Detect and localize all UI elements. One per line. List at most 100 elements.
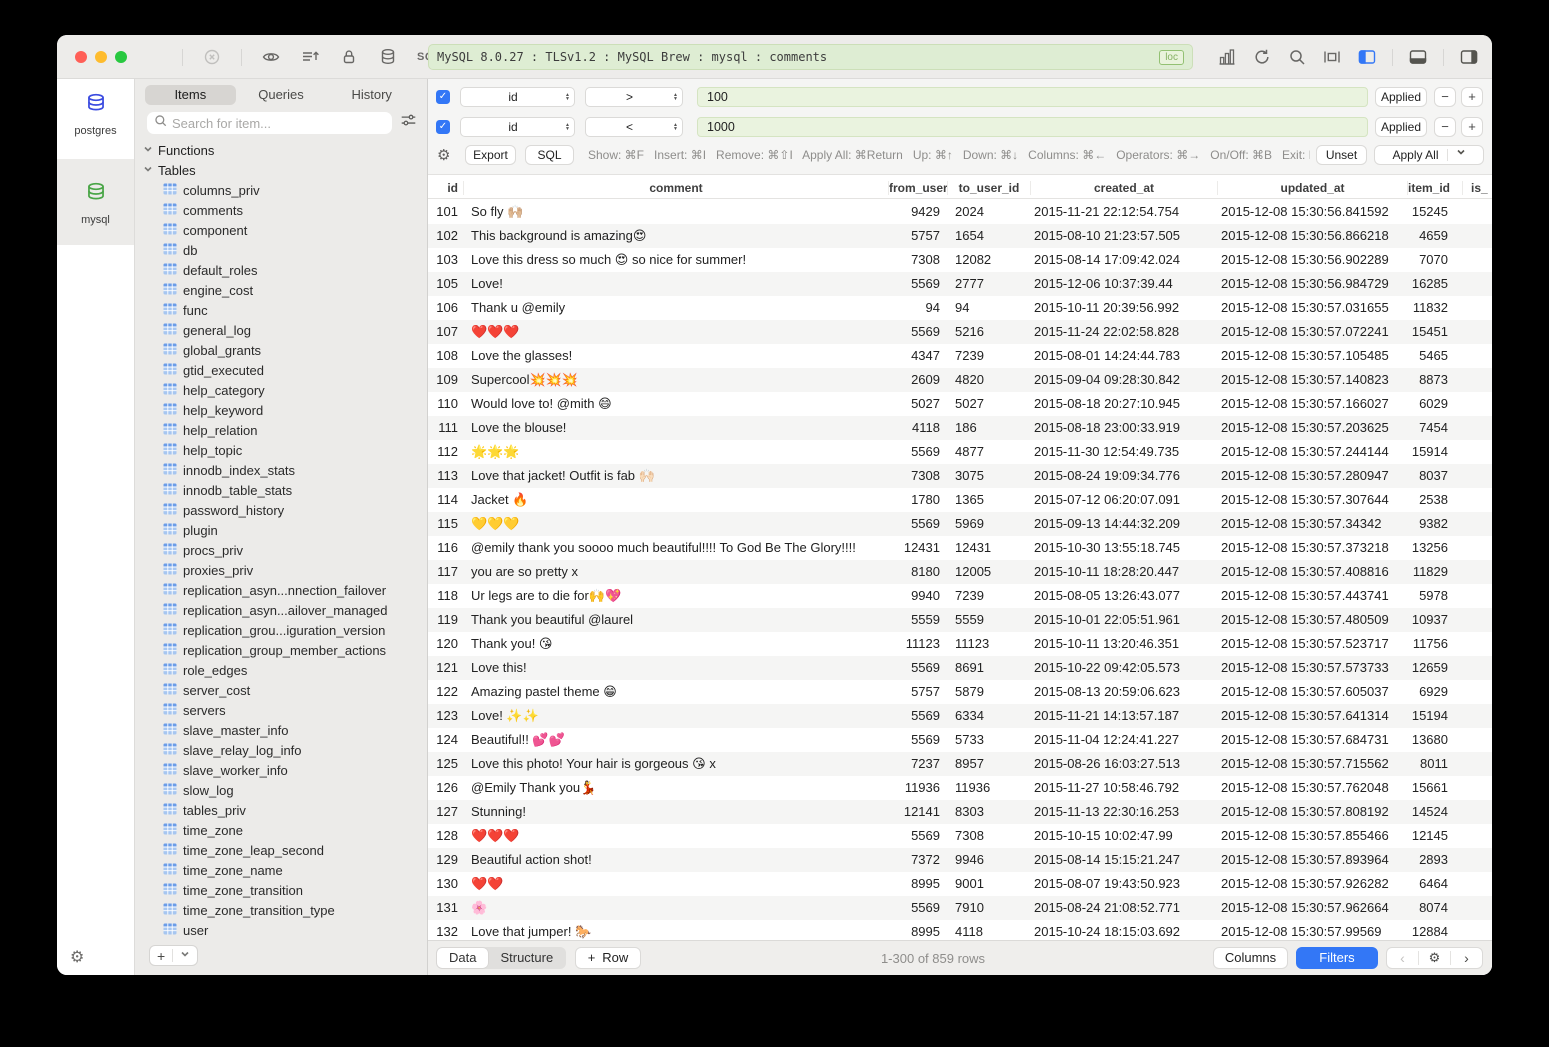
- tree-section-functions[interactable]: Functions: [135, 140, 427, 160]
- sidebar-table-password_history[interactable]: password_history: [135, 500, 427, 520]
- cell-updated_at[interactable]: 2015-12-08 15:30:57.443741: [1217, 584, 1407, 608]
- column-header-created_at[interactable]: created_at: [1030, 181, 1217, 195]
- cell-id[interactable]: 111: [428, 416, 463, 440]
- toggle-left-panel-icon[interactable]: [1357, 47, 1377, 67]
- table-row-121[interactable]: 121Love this!556986912015-10-22 09:42:05…: [428, 656, 1492, 680]
- table-row-124[interactable]: 124Beautiful!! 💕💕556957332015-11-04 12:2…: [428, 728, 1492, 752]
- filter-applied-button[interactable]: Applied: [1375, 117, 1427, 137]
- cell-comment[interactable]: 🌟🌟🌟: [463, 440, 888, 464]
- preview-eye-icon[interactable]: [261, 47, 281, 67]
- cell-is_[interactable]: [1462, 440, 1492, 464]
- cell-is_[interactable]: [1462, 632, 1492, 656]
- cell-comment[interactable]: 🌸: [463, 896, 888, 920]
- filter-enabled-checkbox[interactable]: ✓: [436, 120, 450, 134]
- cell-from_user_id[interactable]: 8995: [888, 920, 947, 940]
- cell-to_user_id[interactable]: 12082: [947, 248, 1030, 272]
- cell-is_[interactable]: [1462, 272, 1492, 296]
- cell-is_[interactable]: [1462, 296, 1492, 320]
- import-list-icon[interactable]: [300, 47, 320, 67]
- cell-item_id[interactable]: 15194: [1407, 704, 1462, 728]
- cell-updated_at[interactable]: 2015-12-08 15:30:57.244144: [1217, 440, 1407, 464]
- sidebar-table-replication_group_member_actions[interactable]: replication_group_member_actions: [135, 640, 427, 660]
- cell-comment[interactable]: Thank you beautiful @laurel: [463, 608, 888, 632]
- cell-id[interactable]: 113: [428, 464, 463, 488]
- cell-created_at[interactable]: 2015-11-04 12:24:41.227: [1030, 728, 1217, 752]
- cell-id[interactable]: 132: [428, 920, 463, 940]
- sidebar-table-replication_asyn...nnection_failover[interactable]: replication_asyn...nnection_failover: [135, 580, 427, 600]
- sidebar-table-general_log[interactable]: general_log: [135, 320, 427, 340]
- cell-to_user_id[interactable]: 8303: [947, 800, 1030, 824]
- cell-to_user_id[interactable]: 5027: [947, 392, 1030, 416]
- filters-button[interactable]: Filters: [1296, 947, 1378, 969]
- refresh-icon[interactable]: [1252, 47, 1272, 67]
- cell-is_[interactable]: [1462, 728, 1492, 752]
- cell-from_user_id[interactable]: 12141: [888, 800, 947, 824]
- table-row-114[interactable]: 114Jacket 🔥178013652015-07-12 06:20:07.0…: [428, 488, 1492, 512]
- cell-item_id[interactable]: 8873: [1407, 368, 1462, 392]
- cell-updated_at[interactable]: 2015-12-08 15:30:56.841592: [1217, 200, 1407, 224]
- cell-created_at[interactable]: 2015-10-15 10:02:47.99: [1030, 824, 1217, 848]
- cell-from_user_id[interactable]: 5569: [888, 704, 947, 728]
- cell-to_user_id[interactable]: 186: [947, 416, 1030, 440]
- cell-comment[interactable]: Love this!: [463, 656, 888, 680]
- cell-updated_at[interactable]: 2015-12-08 15:30:57.280947: [1217, 464, 1407, 488]
- cell-updated_at[interactable]: 2015-12-08 15:30:57.373218: [1217, 536, 1407, 560]
- cell-item_id[interactable]: 16285: [1407, 272, 1462, 296]
- cell-comment[interactable]: So fly 🙌🏼: [463, 200, 888, 224]
- table-row-120[interactable]: 120Thank you! 😘11123111232015-10-11 13:2…: [428, 632, 1492, 656]
- cell-is_[interactable]: [1462, 224, 1492, 248]
- cell-created_at[interactable]: 2015-08-05 13:26:43.077: [1030, 584, 1217, 608]
- sidebar-table-time_zone_transition[interactable]: time_zone_transition: [135, 880, 427, 900]
- filter-sliders-icon[interactable]: [400, 112, 417, 134]
- cell-item_id[interactable]: 15661: [1407, 776, 1462, 800]
- cell-item_id[interactable]: 5465: [1407, 344, 1462, 368]
- connection-postgres[interactable]: postgres: [57, 91, 134, 137]
- filter-column-select[interactable]: id ▲▼: [460, 117, 575, 137]
- cell-is_[interactable]: [1462, 656, 1492, 680]
- cell-created_at[interactable]: 2015-10-22 09:42:05.573: [1030, 656, 1217, 680]
- table-row-116[interactable]: 116@emily thank you soooo much beautiful…: [428, 536, 1492, 560]
- cell-to_user_id[interactable]: 7239: [947, 584, 1030, 608]
- cell-item_id[interactable]: 15451: [1407, 320, 1462, 344]
- cell-is_[interactable]: [1462, 608, 1492, 632]
- minimize-button[interactable]: [95, 51, 107, 63]
- filter-enabled-checkbox[interactable]: ✓: [436, 90, 450, 104]
- cell-comment[interactable]: Love the blouse!: [463, 416, 888, 440]
- cell-updated_at[interactable]: 2015-12-08 15:30:57.031655: [1217, 296, 1407, 320]
- sidebar-table-plugin[interactable]: plugin: [135, 520, 427, 540]
- cell-comment[interactable]: @emily thank you soooo much beautiful!!!…: [463, 536, 888, 560]
- settings-gear-icon[interactable]: ⚙: [70, 947, 84, 967]
- cell-created_at[interactable]: 2015-08-14 15:15:21.247: [1030, 848, 1217, 872]
- cell-created_at[interactable]: 2015-11-30 12:54:49.735: [1030, 440, 1217, 464]
- cell-to_user_id[interactable]: 4877: [947, 440, 1030, 464]
- cell-updated_at[interactable]: 2015-12-08 15:30:57.99569: [1217, 920, 1407, 940]
- cell-from_user_id[interactable]: 8180: [888, 560, 947, 584]
- cell-from_user_id[interactable]: 5027: [888, 392, 947, 416]
- cell-from_user_id[interactable]: 5569: [888, 824, 947, 848]
- cell-created_at[interactable]: 2015-11-24 22:02:58.828: [1030, 320, 1217, 344]
- cell-comment[interactable]: Love this dress so much 😍 so nice for su…: [463, 248, 888, 272]
- cell-created_at[interactable]: 2015-10-30 13:55:18.745: [1030, 536, 1217, 560]
- sidebar-table-gtid_executed[interactable]: gtid_executed: [135, 360, 427, 380]
- tree-section-tables[interactable]: Tables: [135, 160, 427, 180]
- sidebar-table-time_zone_leap_second[interactable]: time_zone_leap_second: [135, 840, 427, 860]
- filter-operator-select[interactable]: > ▲▼: [585, 87, 683, 107]
- cell-created_at[interactable]: 2015-08-14 17:09:42.024: [1030, 248, 1217, 272]
- cell-from_user_id[interactable]: 7308: [888, 248, 947, 272]
- table-row-119[interactable]: 119Thank you beautiful @laurel5559555920…: [428, 608, 1492, 632]
- cell-created_at[interactable]: 2015-12-06 10:37:39.44: [1030, 272, 1217, 296]
- cell-item_id[interactable]: 7454: [1407, 416, 1462, 440]
- filter-applied-button[interactable]: Applied: [1375, 87, 1427, 107]
- sidebar-table-time_zone_transition_type[interactable]: time_zone_transition_type: [135, 900, 427, 920]
- cell-from_user_id[interactable]: 9940: [888, 584, 947, 608]
- table-row-113[interactable]: 113Love that jacket! Outfit is fab 🙌🏻730…: [428, 464, 1492, 488]
- fit-width-icon[interactable]: [1322, 47, 1342, 67]
- cell-from_user_id[interactable]: 5559: [888, 608, 947, 632]
- sidebar-table-proxies_priv[interactable]: proxies_priv: [135, 560, 427, 580]
- table-row-107[interactable]: 107❤️❤️❤️556952162015-11-24 22:02:58.828…: [428, 320, 1492, 344]
- cell-comment[interactable]: Love! ✨✨: [463, 704, 888, 728]
- cell-comment[interactable]: Love the glasses!: [463, 344, 888, 368]
- cell-id[interactable]: 124: [428, 728, 463, 752]
- cell-is_[interactable]: [1462, 368, 1492, 392]
- cell-comment[interactable]: @Emily Thank you💃: [463, 776, 888, 800]
